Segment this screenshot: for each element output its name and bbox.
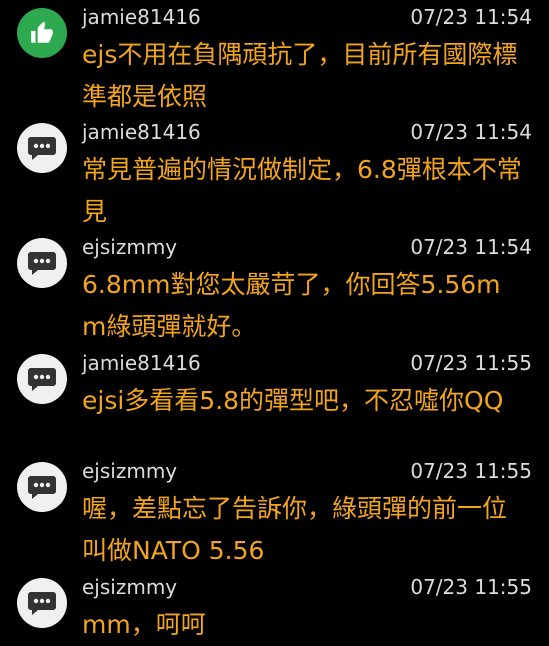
chat-bubble-icon	[17, 462, 67, 512]
comment-username: jamie81416	[82, 351, 201, 375]
comment-username: ejsizmmy	[82, 575, 178, 599]
comment-timestamp: 07/23 11:54	[410, 120, 532, 144]
comment-username: jamie81416	[82, 5, 201, 29]
comment-username: ejsizmmy	[82, 235, 178, 259]
comment-timestamp: 07/23 11:54	[410, 5, 532, 29]
comment-timestamp: 07/23 11:55	[410, 351, 532, 375]
chat-bubble-icon	[17, 354, 67, 404]
chat-bubble-icon	[17, 578, 67, 628]
comment-timestamp: 07/23 11:55	[410, 575, 532, 599]
comment-timestamp: 07/23 11:55	[410, 459, 532, 483]
chat-bubble-icon	[17, 123, 67, 173]
comment-text: 常見普遍的情況做制定，6.8彈根本不常見	[82, 155, 522, 226]
thumbs-up-icon	[17, 8, 67, 58]
comment-timestamp: 07/23 11:54	[410, 235, 532, 259]
comment-text: ejsi多看看5.8的彈型吧，不忍噓你QQ	[82, 386, 504, 415]
comment-text: ejs不用在負隅頑抗了，目前所有國際標準都是依照	[82, 40, 518, 111]
comment-text: 6.8mm對您太嚴苛了，你回答5.56mm綠頭彈就好。	[82, 270, 501, 341]
comment-username: ejsizmmy	[82, 459, 178, 483]
comment-username: jamie81416	[82, 120, 201, 144]
comment-text: 喔，差點忘了告訴你，綠頭彈的前一位叫做NATO 5.56	[82, 494, 508, 565]
chat-bubble-icon	[17, 238, 67, 288]
